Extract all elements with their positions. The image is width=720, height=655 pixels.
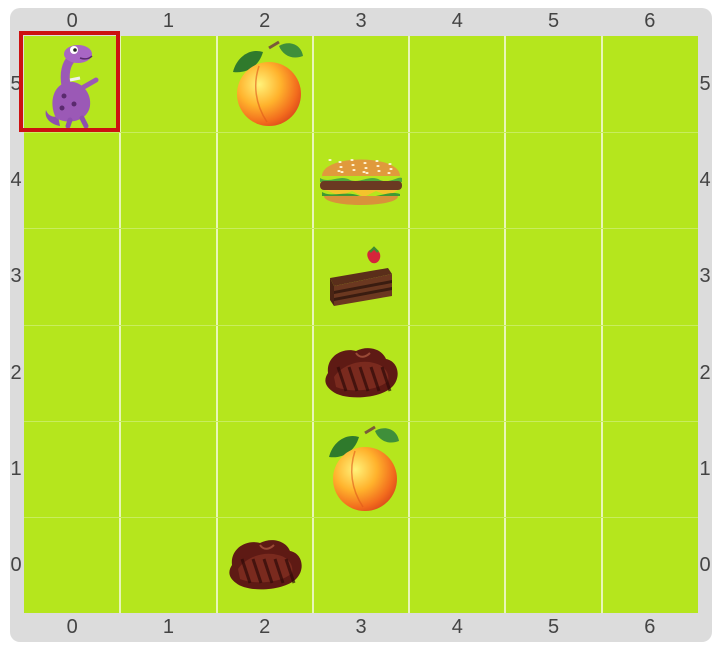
game-grid[interactable] — [19, 31, 698, 613]
grid-cell-3-2[interactable] — [313, 325, 409, 421]
grid-cell-3-3[interactable] — [313, 228, 409, 324]
column-label-bottom: 3 — [355, 616, 367, 638]
row-label-left: 3 — [10, 265, 22, 288]
grid-line-horizontal — [24, 516, 698, 518]
column-label-top: 5 — [548, 10, 560, 32]
grid-cell-3-1[interactable] — [313, 421, 409, 517]
grid-line-horizontal — [24, 228, 698, 230]
grid-cell-1-4[interactable] — [120, 132, 216, 228]
row-label-right: 2 — [699, 361, 711, 384]
column-label-bottom: 5 — [548, 616, 560, 638]
row-label-right: 1 — [699, 457, 711, 480]
column-label-top: 1 — [162, 10, 174, 32]
grid-cell-0-3[interactable] — [24, 228, 120, 324]
grid-cell-1-1[interactable] — [120, 421, 216, 517]
grid-cell-0-1[interactable] — [24, 421, 120, 517]
grid-cell-4-1[interactable] — [409, 421, 505, 517]
row-label-left: 4 — [10, 169, 22, 192]
grid-cell-0-0[interactable] — [24, 517, 120, 613]
grid-cell-5-2[interactable] — [505, 325, 601, 421]
row-label-right: 5 — [699, 73, 711, 96]
row-label-right: 3 — [699, 265, 711, 288]
row-label-right: 0 — [699, 553, 711, 576]
grid-cell-5-1[interactable] — [505, 421, 601, 517]
row-label-right: 4 — [699, 169, 711, 192]
column-label-bottom: 6 — [644, 616, 656, 638]
grid-cell-2-0[interactable] — [217, 517, 313, 613]
grid-cell-2-1[interactable] — [217, 421, 313, 517]
grid-cell-6-2[interactable] — [602, 325, 698, 421]
column-label-bottom: 1 — [162, 616, 174, 638]
column-label-bottom: 0 — [66, 616, 78, 638]
grid-cell-1-5[interactable] — [120, 36, 216, 132]
grid-cell-1-2[interactable] — [120, 325, 216, 421]
grid-cell-4-4[interactable] — [409, 132, 505, 228]
grid-cell-6-5[interactable] — [602, 36, 698, 132]
grid-cell-6-4[interactable] — [602, 132, 698, 228]
grid-cell-6-3[interactable] — [602, 228, 698, 324]
grid-cell-0-4[interactable] — [24, 132, 120, 228]
row-label-left: 5 — [10, 73, 22, 96]
grid-cell-3-0[interactable] — [313, 517, 409, 613]
grid-cell-5-5[interactable] — [505, 36, 601, 132]
grid-cell-2-3[interactable] — [217, 228, 313, 324]
column-label-bottom: 4 — [451, 616, 463, 638]
row-label-left: 1 — [10, 457, 22, 480]
grid-cell-4-5[interactable] — [409, 36, 505, 132]
grid-cell-2-5[interactable] — [217, 36, 313, 132]
grid-cell-2-2[interactable] — [217, 325, 313, 421]
row-label-left: 0 — [10, 553, 22, 576]
grid-cell-3-5[interactable] — [313, 36, 409, 132]
grid-cell-2-4[interactable] — [217, 132, 313, 228]
column-label-top: 3 — [355, 10, 367, 32]
column-label-top: 0 — [66, 10, 78, 32]
grid-line-horizontal — [24, 132, 698, 134]
grid-cell-5-3[interactable] — [505, 228, 601, 324]
grid-cell-4-3[interactable] — [409, 228, 505, 324]
column-label-top: 2 — [259, 10, 271, 32]
grid-cell-4-0[interactable] — [409, 517, 505, 613]
grid-cell-5-4[interactable] — [505, 132, 601, 228]
grid-cell-6-1[interactable] — [602, 421, 698, 517]
column-label-top: 6 — [644, 10, 656, 32]
column-label-top: 4 — [451, 10, 463, 32]
grid-cell-0-5[interactable] — [24, 36, 120, 132]
grid-line-horizontal — [24, 420, 698, 422]
grid-cell-5-0[interactable] — [505, 517, 601, 613]
grid-cell-1-0[interactable] — [120, 517, 216, 613]
row-label-left: 2 — [10, 361, 22, 384]
grid-cell-3-4[interactable] — [313, 132, 409, 228]
grid-cell-6-0[interactable] — [602, 517, 698, 613]
grid-line-horizontal — [24, 324, 698, 326]
column-label-bottom: 2 — [259, 616, 271, 638]
grid-cell-4-2[interactable] — [409, 325, 505, 421]
grid-cell-1-3[interactable] — [120, 228, 216, 324]
grid-cell-0-2[interactable] — [24, 325, 120, 421]
